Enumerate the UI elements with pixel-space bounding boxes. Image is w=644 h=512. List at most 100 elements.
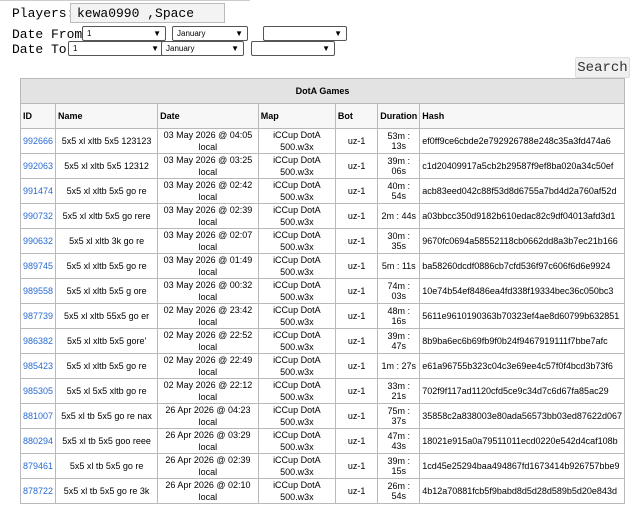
game-id-cell: 881007 <box>19 403 57 429</box>
game-name-cell: 5x5 xl tb 5x5 goo reee <box>55 428 159 454</box>
players-input[interactable]: kewa0990 ,Space <box>70 3 225 23</box>
game-bot-cell: uz-1 <box>334 153 379 179</box>
col-header-id: ID <box>19 103 57 129</box>
game-date-line1: 26 Apr 2026 @ 02:10 local <box>165 480 251 502</box>
game-name-cell: 5x5 xl xltb 5x5 go rere <box>55 203 159 229</box>
game-date-line1: 02 May 2026 @ 22:49 <box>163 355 253 365</box>
game-date-cell: 02 May 2026 @ 22:52 local <box>157 328 259 354</box>
game-id-cell: 992666 <box>19 128 57 154</box>
game-bot-cell: uz-1 <box>334 278 379 304</box>
date-from-day-select[interactable]: 1 ▼ <box>82 26 166 41</box>
game-date-line2: local <box>198 267 218 277</box>
col-header-date: Date <box>157 103 259 129</box>
game-name-cell: 5x5 xl tb 5x5 go re 3k <box>55 478 159 504</box>
game-map-line2: 500.w3x <box>280 342 314 352</box>
table-row: 986382 5x5 xl xltb 5x5 gore' 02 May 2026 @… <box>19 328 625 354</box>
game-id-cell: 878722 <box>19 478 57 504</box>
date-to-month-value: January <box>166 44 195 53</box>
game-map-line2: 500.w3x <box>280 167 314 177</box>
game-date-line2: local <box>198 142 218 152</box>
table-row: 991474 5x5 xl xltb 5x5 go re 03 May 2026 @… <box>19 178 625 204</box>
game-id-link[interactable]: 989558 <box>23 286 53 296</box>
col-header-duration: Duration <box>377 103 421 129</box>
game-map-cell: iCCup DotA 500.w3x <box>257 353 336 379</box>
game-id-link[interactable]: 878722 <box>23 486 53 496</box>
game-map-line2: 500.w3x <box>280 467 314 477</box>
game-date-cell: 02 May 2026 @ 23:42 local <box>157 303 259 329</box>
game-date-line1: 26 Apr 2026 @ 03:29 local <box>165 430 251 452</box>
game-id-link[interactable]: 989745 <box>23 261 53 271</box>
game-map-line1: iCCup DotA <box>273 130 321 140</box>
game-map-cell: iCCup DotA 500.w3x <box>257 128 336 154</box>
game-date-cell: 03 May 2026 @ 01:49 local <box>157 253 259 279</box>
game-id-link[interactable]: 991474 <box>23 186 53 196</box>
game-map-line1: iCCup DotA <box>273 480 321 490</box>
game-id-link[interactable]: 987739 <box>23 311 53 321</box>
game-map-cell: iCCup DotA 500.w3x <box>257 153 336 179</box>
chevron-down-icon: ▼ <box>235 29 243 38</box>
game-map-line1: iCCup DotA <box>273 455 321 465</box>
game-hash-cell: 702f9f117ad1120cfd5ce9c34d7c6d67fa85ac29 <box>419 378 625 404</box>
table-row: 990632 5x5 xl xltb 3k go re 03 May 2026 @ … <box>19 228 625 254</box>
game-name-cell: 5x5 xl xltb 5x5 go re <box>55 353 159 379</box>
date-to-day-select[interactable]: 1 ▼ <box>68 41 164 56</box>
game-id-link[interactable]: 990632 <box>23 236 53 246</box>
game-id-cell: 990632 <box>19 228 57 254</box>
game-hash-cell: 10e74b54ef8486ea4fd338f19334bec36c050bc3 <box>419 278 625 304</box>
game-id-link[interactable]: 985423 <box>23 361 53 371</box>
table-row: 990732 5x5 xl xltb 5x5 go rere 03 May 2026… <box>19 203 625 229</box>
game-id-link[interactable]: 985305 <box>23 386 53 396</box>
game-date-line1: 03 May 2026 @ 04:05 <box>163 130 253 140</box>
game-id-cell: 989745 <box>19 253 57 279</box>
date-from-year-select[interactable]: ▼ <box>263 26 347 41</box>
game-duration-cell: 5m : 11s <box>377 253 421 279</box>
table-row: 879461 5x5 xl tb 5x5 go re 26 Apr 2026 @ 0… <box>19 453 625 479</box>
table-row: 992063 5x5 xl xltb 5x5 12312 03 May 2026 @… <box>19 153 625 179</box>
game-date-line2: local <box>198 342 218 352</box>
game-map-line1: iCCup DotA <box>273 205 321 215</box>
game-hash-cell: ba58260dcdf0886cb7cfd536f97c606f6d6e9924 <box>419 253 625 279</box>
game-date-cell: 03 May 2026 @ 02:07 local <box>157 228 259 254</box>
game-bot-cell: uz-1 <box>334 128 379 154</box>
game-id-link[interactable]: 992063 <box>23 161 53 171</box>
date-to-day-value: 1 <box>73 44 78 53</box>
game-bot-cell: uz-1 <box>334 253 379 279</box>
game-id-link[interactable]: 992666 <box>23 136 53 146</box>
game-id-cell: 990732 <box>19 203 57 229</box>
date-to-year-select[interactable]: ▼ <box>251 41 335 56</box>
game-name-cell: 5x5 xl xltb 5x5 12312 <box>55 153 159 179</box>
search-button[interactable]: Search <box>575 57 630 78</box>
table-row: 989558 5x5 xl xltb 5x5 g ore 03 May 2026 @… <box>19 278 625 304</box>
game-map-cell: iCCup DotA 500.w3x <box>257 253 336 279</box>
game-map-line1: iCCup DotA <box>273 405 321 415</box>
game-hash-cell: acb83eed042c88f53d8d6755a7bd4d2a760af52d <box>419 178 625 204</box>
game-id-link[interactable]: 990732 <box>23 211 53 221</box>
game-name-cell: 5x5 xl 5x5 xltb go re <box>55 378 159 404</box>
game-id-link[interactable]: 881007 <box>23 411 53 421</box>
game-duration-cell: 39m : 06s <box>377 153 421 179</box>
game-date-line1: 03 May 2026 @ 02:07 <box>163 230 253 240</box>
game-date-cell: 02 May 2026 @ 22:49 local <box>157 353 259 379</box>
game-id-link[interactable]: 880294 <box>23 436 53 446</box>
game-id-link[interactable]: 986382 <box>23 336 53 346</box>
game-duration-cell: 40m : 54s <box>377 178 421 204</box>
date-from-month-select[interactable]: January ▼ <box>172 26 248 41</box>
date-to-month-select[interactable]: January ▼ <box>161 41 244 56</box>
game-hash-cell: a03bbcc350d9182b610edac82c9df04013afd3d1 <box>419 203 625 229</box>
game-hash-cell: e61a96755b323c04c3e69ee4c57f0f4bcd3b73f6 <box>419 353 625 379</box>
game-bot-cell: uz-1 <box>334 478 379 504</box>
game-date-line1: 03 May 2026 @ 01:49 <box>163 255 253 265</box>
game-map-cell: iCCup DotA 500.w3x <box>257 403 336 429</box>
col-header-hash: Hash <box>419 103 625 129</box>
table-row: 880294 5x5 xl tb 5x5 goo reee 26 Apr 2026 … <box>19 428 625 454</box>
game-date-line2: local <box>198 317 218 327</box>
game-bot-cell: uz-1 <box>334 428 379 454</box>
game-id-cell: 985305 <box>19 378 57 404</box>
game-id-link[interactable]: 879461 <box>23 461 53 471</box>
game-date-cell: 03 May 2026 @ 00:32 local <box>157 278 259 304</box>
game-date-line1: 02 May 2026 @ 22:52 <box>163 330 253 340</box>
game-map-line1: iCCup DotA <box>273 305 321 315</box>
game-date-cell: 26 Apr 2026 @ 03:29 local <box>157 428 259 454</box>
game-bot-cell: uz-1 <box>334 453 379 479</box>
chevron-down-icon: ▼ <box>151 44 159 53</box>
